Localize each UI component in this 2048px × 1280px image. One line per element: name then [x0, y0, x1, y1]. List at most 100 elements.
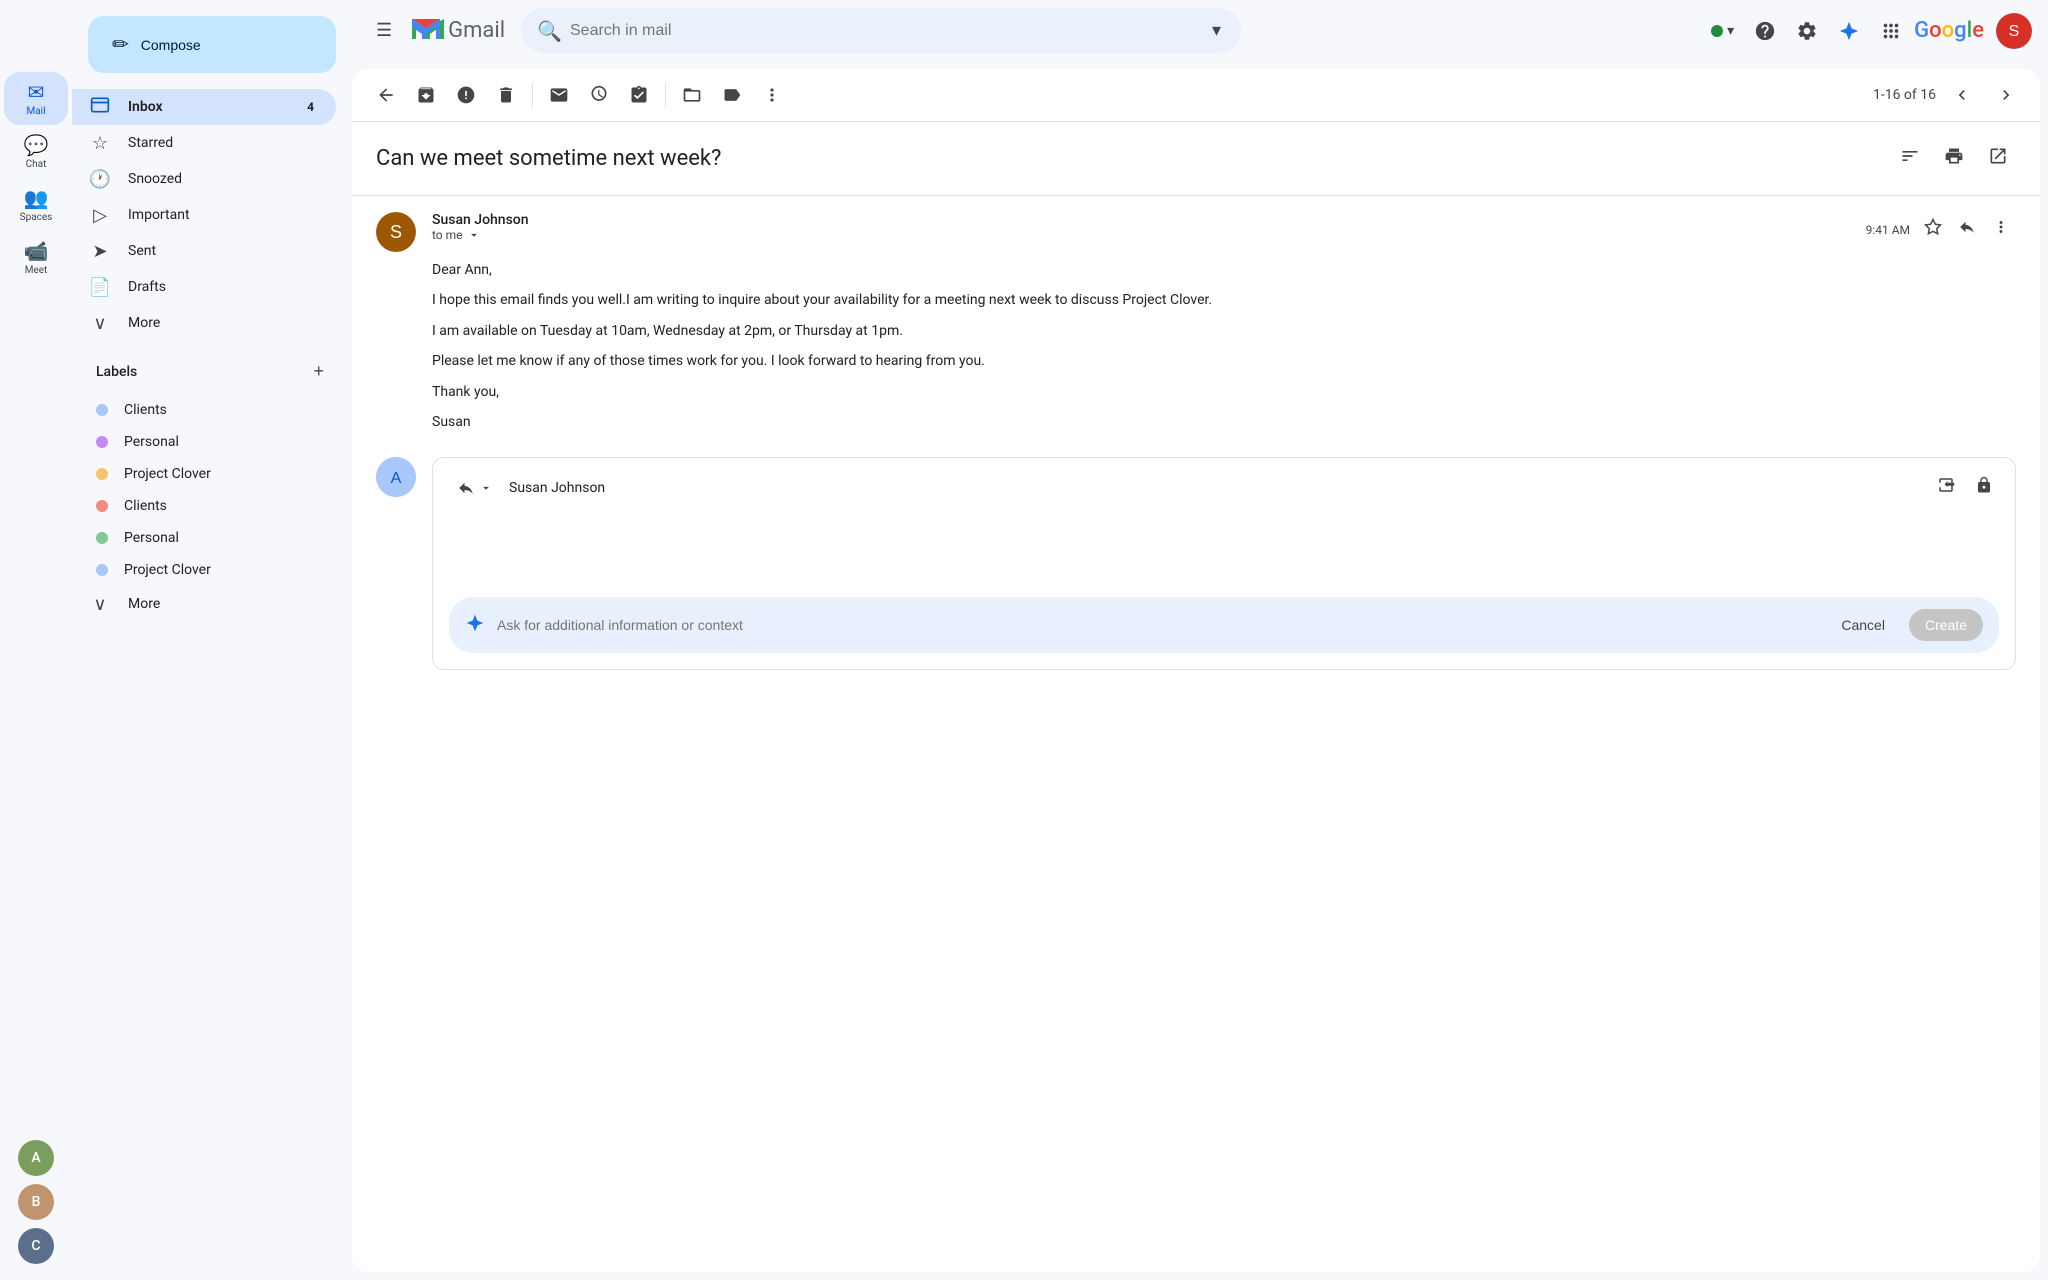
- reply-lock-button[interactable]: [1969, 470, 1999, 505]
- ai-compose-icon: [465, 613, 485, 638]
- rail-item-meet[interactable]: 📹 Meet: [4, 231, 68, 284]
- bottom-avatar-1[interactable]: A: [18, 1140, 54, 1176]
- reply-avatar-spacer: A: [376, 457, 416, 670]
- sender-name: Susan Johnson: [432, 212, 529, 228]
- reply-header: Susan Johnson: [433, 458, 2015, 517]
- message-content: Susan Johnson to me 9:41 AM: [432, 212, 2016, 441]
- labels-more[interactable]: ∨ More: [72, 586, 336, 622]
- delete-button[interactable]: [488, 77, 524, 113]
- ai-cancel-button[interactable]: Cancel: [1829, 611, 1897, 639]
- compose-label: Compose: [141, 37, 201, 53]
- labels-more-label: More: [128, 596, 320, 612]
- user-avatar[interactable]: S: [1996, 13, 2032, 49]
- search-dropdown-button[interactable]: ▾: [1208, 16, 1225, 45]
- reply-to-button[interactable]: [449, 475, 501, 501]
- print-button[interactable]: [1936, 138, 1972, 179]
- apps-button[interactable]: [1872, 12, 1910, 50]
- bottom-avatar-3[interactable]: C: [18, 1228, 54, 1264]
- reply-right-actions: [1931, 470, 1999, 505]
- search-container: 🔍 ▾: [521, 8, 1241, 53]
- label-item-4[interactable]: Personal: [72, 522, 336, 554]
- nav-more[interactable]: ∨ More: [72, 305, 336, 341]
- message-more-button[interactable]: [1986, 212, 2016, 247]
- archive-button[interactable]: [408, 77, 444, 113]
- sender-to[interactable]: to me: [432, 228, 529, 242]
- labels-title: Labels: [96, 364, 137, 380]
- search-input[interactable]: [570, 22, 1200, 40]
- starred-icon: ☆: [88, 133, 112, 154]
- reply-expand-button[interactable]: [1931, 470, 1961, 505]
- bottom-avatar-2[interactable]: B: [18, 1184, 54, 1220]
- label-item-1[interactable]: Personal: [72, 426, 336, 458]
- label-dot-2: [96, 468, 108, 480]
- ai-spark-button[interactable]: [1830, 12, 1868, 50]
- label-item-0[interactable]: Clients: [72, 394, 336, 426]
- help-button[interactable]: [1746, 12, 1784, 50]
- label-name-1: Personal: [124, 434, 179, 450]
- nav-snoozed[interactable]: 🕐 Snoozed: [72, 161, 336, 197]
- inbox-icon: [88, 95, 112, 120]
- message-time: 9:41 AM: [1866, 223, 1910, 237]
- expand-button[interactable]: [1980, 138, 2016, 179]
- label-name-5: Project Clover: [124, 562, 211, 578]
- top-header: ☰ Gmail 🔍 ▾ ▾: [352, 0, 2048, 61]
- settings-button[interactable]: [1788, 12, 1826, 50]
- meet-icon: 📹: [24, 239, 49, 263]
- ai-compose-area: Cancel Create: [449, 597, 1999, 653]
- status-dot: [1711, 25, 1723, 37]
- label-item-3[interactable]: Clients: [72, 490, 336, 522]
- ai-create-button[interactable]: Create: [1909, 609, 1983, 641]
- status-dropdown-icon: ▾: [1727, 23, 1734, 39]
- reply-body[interactable]: [433, 517, 2015, 597]
- message-header: Susan Johnson to me 9:41 AM: [432, 212, 2016, 247]
- nav-sent[interactable]: ➤ Sent: [72, 233, 336, 269]
- sort-button[interactable]: [1892, 138, 1928, 179]
- nav-starred[interactable]: ☆ Starred: [72, 125, 336, 161]
- rail-item-spaces[interactable]: 👥 Spaces: [4, 178, 68, 231]
- toolbar-sep-1: [532, 83, 533, 107]
- task-button[interactable]: [621, 77, 657, 113]
- more-label: More: [128, 315, 320, 331]
- label-item-2[interactable]: Project Clover: [72, 458, 336, 490]
- labels-add-button[interactable]: +: [309, 357, 328, 386]
- more-chevron-icon: ∨: [88, 313, 112, 334]
- back-button[interactable]: [368, 77, 404, 113]
- body-line-3: Please let me know if any of those times…: [432, 350, 2016, 372]
- snoozed-label: Snoozed: [128, 171, 320, 187]
- sidebar: ✏ Compose Inbox 4 ☆ Starred 🕐 Snoozed ▷ …: [72, 0, 352, 1280]
- pagination-text: 1-16 of 16: [1873, 87, 1936, 103]
- reply-box: Susan Johnson: [432, 457, 2016, 670]
- sender-info: Susan Johnson to me: [432, 212, 529, 242]
- next-page-button[interactable]: [1988, 77, 2024, 113]
- star-message-button[interactable]: [1918, 212, 1948, 247]
- nav-drafts[interactable]: 📄 Drafts: [72, 269, 336, 305]
- labels-more-icon: ∨: [88, 594, 112, 615]
- snooze-button[interactable]: [581, 77, 617, 113]
- label-dot-5: [96, 564, 108, 576]
- rail-item-chat[interactable]: 💬 Chat: [4, 125, 68, 178]
- prev-page-button[interactable]: [1944, 77, 1980, 113]
- label-item-5[interactable]: Project Clover: [72, 554, 336, 586]
- spam-button[interactable]: [448, 77, 484, 113]
- ai-compose-input[interactable]: [497, 617, 1817, 633]
- compose-button[interactable]: ✏ Compose: [88, 16, 336, 73]
- important-label: Important: [128, 207, 320, 223]
- search-bar: 🔍 ▾: [521, 8, 1241, 53]
- starred-label: Starred: [128, 135, 320, 151]
- move-to-button[interactable]: [674, 77, 710, 113]
- sign-off: Thank you,: [432, 381, 2016, 403]
- email-subject-area: Can we meet sometime next week?: [352, 122, 2040, 196]
- toolbar-sep-2: [665, 83, 666, 107]
- hamburger-button[interactable]: ☰: [368, 12, 400, 49]
- status-indicator[interactable]: ▾: [1703, 19, 1742, 43]
- label-button[interactable]: [714, 77, 750, 113]
- rail-item-mail[interactable]: ✉ Mail: [4, 72, 68, 125]
- nav-inbox[interactable]: Inbox 4: [72, 89, 336, 125]
- email-subject-row: Can we meet sometime next week?: [376, 138, 2016, 179]
- nav-important[interactable]: ▷ Important: [72, 197, 336, 233]
- mark-read-button[interactable]: [541, 77, 577, 113]
- svg-text:S: S: [390, 222, 402, 242]
- more-actions-button[interactable]: [754, 77, 790, 113]
- reply-button[interactable]: [1952, 212, 1982, 247]
- important-icon: ▷: [88, 205, 112, 226]
